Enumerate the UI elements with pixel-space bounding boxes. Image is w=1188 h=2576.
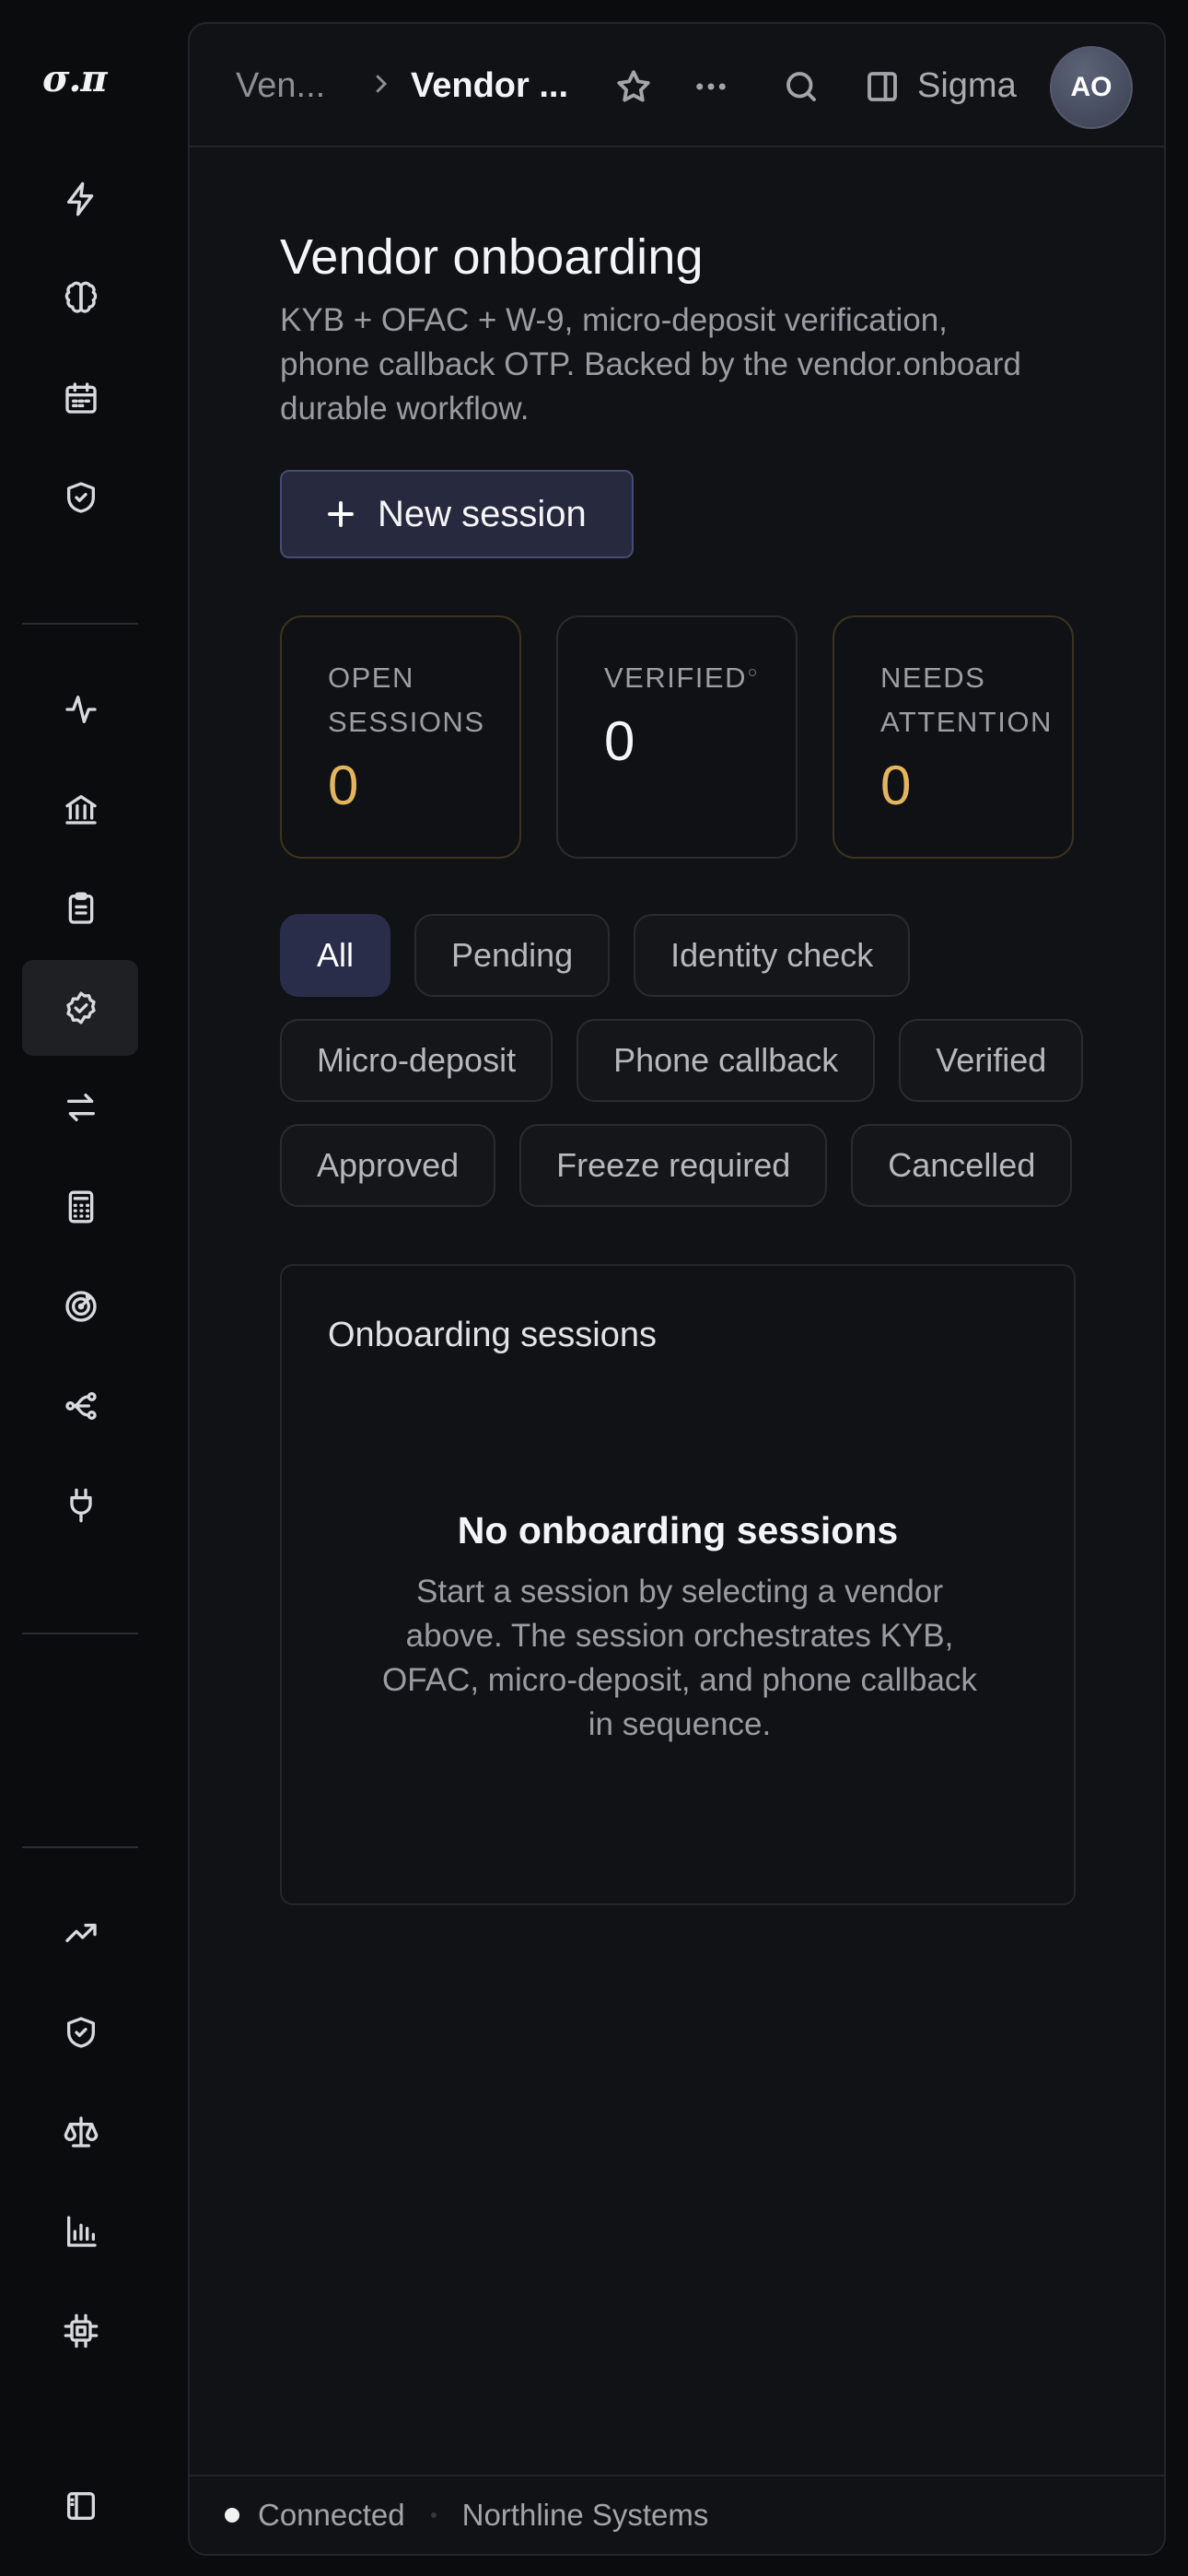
workflow-icon[interactable] (22, 1358, 138, 1454)
badge-check-icon[interactable] (22, 960, 138, 1056)
new-session-button[interactable]: New session (280, 470, 634, 558)
filter-approved[interactable]: Approved (280, 1124, 496, 1207)
rail-divider (22, 1633, 138, 1634)
page-content: Vendor onboarding KYB + OFAC + W-9, micr… (280, 228, 1084, 1905)
clipboard-icon[interactable] (22, 861, 138, 956)
bar-chart-icon[interactable] (22, 2184, 138, 2279)
brain-icon[interactable] (22, 251, 138, 346)
stat-open-sessions: Open sessions 0 (280, 615, 521, 859)
filter-micro-deposit[interactable]: Micro-deposit (280, 1019, 553, 1102)
stat-needs-attention: Needs attention 0 (833, 615, 1074, 859)
status-filters: All Pending Identity check Micro-deposit… (280, 914, 1090, 1207)
star-icon[interactable] (611, 64, 656, 109)
target-icon[interactable] (22, 1259, 138, 1354)
breadcrumb-parent[interactable]: Ven... (236, 66, 325, 106)
stat-value: 0 (880, 755, 912, 816)
top-bar: Ven... Vendor ... Sigma AO (190, 24, 1164, 147)
more-options-icon[interactable] (689, 64, 733, 109)
calendar-icon[interactable] (22, 350, 138, 446)
filter-cancelled[interactable]: Cancelled (851, 1124, 1073, 1207)
info-dot-icon (748, 669, 756, 676)
stat-verified: Verified 0 (556, 615, 798, 859)
sessions-card: Onboarding sessions No onboarding sessio… (280, 1264, 1076, 1905)
stat-value: 0 (328, 755, 359, 816)
sidebar-toggle-icon[interactable] (22, 2458, 138, 2554)
page-subtitle: KYB + OFAC + W-9, micro-deposit verifica… (280, 302, 1021, 427)
shield-check-icon[interactable] (22, 1985, 138, 2080)
filter-freeze-required[interactable]: Freeze required (519, 1124, 828, 1207)
footer-separator (430, 2512, 437, 2518)
trending-up-icon[interactable] (22, 1885, 138, 1981)
filter-verified[interactable]: Verified (899, 1019, 1084, 1102)
calculator-icon[interactable] (22, 1159, 138, 1255)
chip-icon[interactable] (22, 2283, 138, 2379)
stats-row: Open sessions 0 Verified 0 Needs attenti… (280, 615, 1076, 859)
stat-label: Needs attention (880, 662, 1053, 738)
bolt-icon[interactable] (22, 151, 138, 247)
chevron-right-icon (367, 70, 394, 102)
main-panel: Ven... Vendor ... Sigma AO Vendor onboar… (188, 22, 1166, 2556)
stat-label-text: Verified (604, 662, 747, 694)
app-logo[interactable]: σ.π (42, 57, 108, 100)
plug-icon[interactable] (22, 1458, 138, 1553)
status-bar: Connected Northline Systems (190, 2475, 1164, 2554)
empty-state-title: No onboarding sessions (457, 1509, 899, 1551)
filter-all[interactable]: All (280, 914, 391, 997)
activity-icon[interactable] (22, 662, 138, 757)
stat-label: Open sessions (328, 662, 485, 738)
connection-status: Connected (258, 2498, 405, 2532)
workspace-name[interactable]: Sigma (917, 66, 1017, 106)
transfer-icon[interactable] (22, 1060, 138, 1155)
filter-identity-check[interactable]: Identity check (634, 914, 911, 997)
connection-status-dot (225, 2508, 239, 2523)
rail-divider (22, 623, 138, 625)
search-icon[interactable] (779, 64, 823, 109)
stat-value: 0 (604, 710, 635, 772)
bank-icon[interactable] (22, 761, 138, 857)
avatar[interactable]: AO (1050, 46, 1133, 129)
filter-phone-callback[interactable]: Phone callback (577, 1019, 876, 1102)
shield-check-icon[interactable] (22, 450, 138, 545)
stat-label: Verified (604, 656, 796, 700)
empty-state-text: Start a session by selecting a vendor ab… (382, 1574, 977, 1742)
breadcrumb-current[interactable]: Vendor ... (411, 66, 568, 106)
panel-toggle-icon[interactable] (860, 64, 904, 109)
left-rail: σ.π (0, 0, 157, 2576)
rail-divider (22, 1846, 138, 1848)
organization-name[interactable]: Northline Systems (462, 2498, 709, 2533)
scale-icon[interactable] (22, 2084, 138, 2180)
page-title: Vendor onboarding (280, 229, 704, 285)
sessions-title: Onboarding sessions (328, 1316, 657, 1354)
filter-pending[interactable]: Pending (414, 914, 611, 997)
new-session-label: New session (378, 493, 587, 534)
plus-icon (328, 501, 354, 527)
